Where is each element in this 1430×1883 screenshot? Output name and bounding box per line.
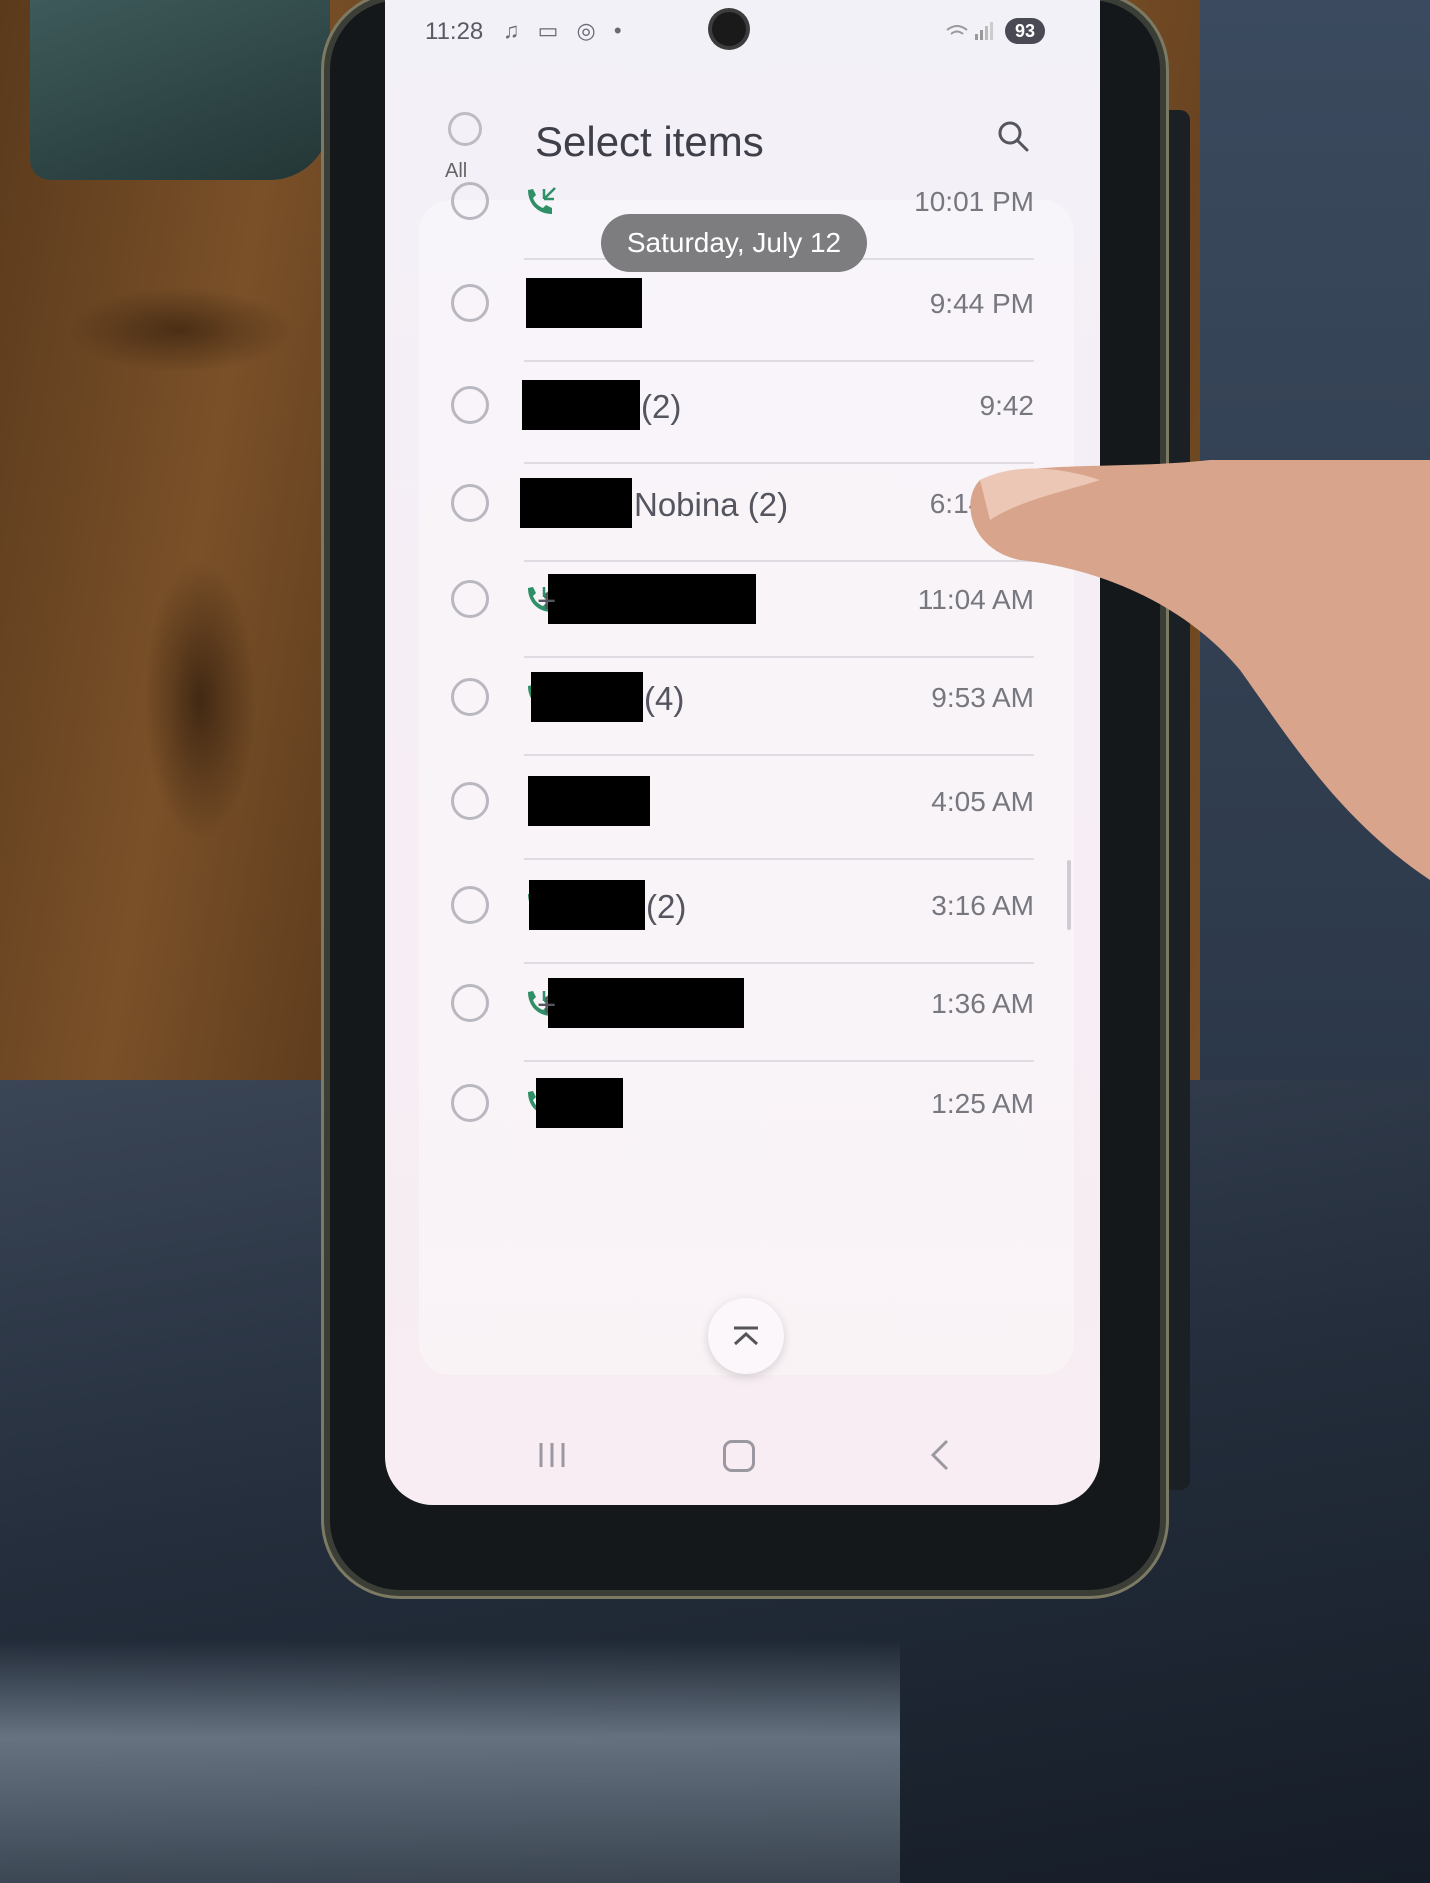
contact-name-suffix: + xyxy=(537,582,557,619)
call-time: 10:01 PM xyxy=(914,186,1034,217)
redacted-contact-name xyxy=(548,574,756,624)
row-checkbox[interactable] xyxy=(451,886,489,924)
row-checkbox[interactable] xyxy=(451,284,489,322)
row-checkbox[interactable] xyxy=(451,580,489,618)
home-icon[interactable] xyxy=(723,1440,755,1472)
call-time: 9:42 xyxy=(979,390,1035,421)
call-time: 1:36 AM xyxy=(931,988,1034,1019)
redacted-contact-name xyxy=(536,1078,623,1128)
status-time: 11:28 xyxy=(425,18,484,45)
row-checkbox[interactable] xyxy=(451,984,489,1022)
row-checkbox[interactable] xyxy=(451,484,489,522)
recents-icon[interactable] xyxy=(535,1440,569,1470)
back-icon[interactable] xyxy=(925,1435,955,1475)
contact-name-suffix: + xyxy=(537,986,557,1023)
row-checkbox[interactable] xyxy=(451,678,489,716)
row-checkbox[interactable] xyxy=(451,782,489,820)
redacted-contact-name xyxy=(528,776,650,826)
light-reflection xyxy=(0,1640,900,1883)
call-time: 3:16 AM xyxy=(931,890,1034,921)
scroll-to-top-button[interactable] xyxy=(708,1298,784,1374)
background-object xyxy=(30,0,330,180)
redacted-contact-name xyxy=(531,672,643,722)
redacted-contact-name xyxy=(548,978,744,1028)
redacted-contact-name xyxy=(526,278,642,328)
call-time: 1:25 AM xyxy=(931,1088,1034,1119)
contact-name-suffix: (2) xyxy=(641,388,682,425)
contact-name-suffix: (4) xyxy=(644,680,685,717)
scrollbar[interactable] xyxy=(1067,860,1071,930)
redacted-contact-name xyxy=(529,880,645,930)
call-time: 6:14 PM xyxy=(929,488,1034,519)
row-checkbox[interactable] xyxy=(451,182,489,220)
call-time: 4:05 AM xyxy=(931,786,1034,817)
call-log-row[interactable]: 4:05 AM xyxy=(419,742,1074,860)
signal-icon xyxy=(945,20,995,47)
background-cloth xyxy=(1200,0,1430,1150)
row-checkbox[interactable] xyxy=(451,1084,489,1122)
scroll-to-top-icon xyxy=(733,1326,759,1346)
redacted-contact-name xyxy=(520,478,632,528)
contact-name-suffix: Nobina (2) xyxy=(634,486,789,523)
select-all-checkbox[interactable] xyxy=(448,112,482,146)
notification-icons: ♫ ▭ ◎ • xyxy=(503,18,628,43)
call-time: 11:04 AM xyxy=(917,584,1034,615)
battery-badge: 93 xyxy=(1005,18,1045,44)
date-header-pill: Saturday, July 12 xyxy=(601,214,867,272)
redacted-contact-name xyxy=(522,380,640,430)
front-camera xyxy=(712,12,746,46)
call-time: 9:53 AM xyxy=(931,682,1034,713)
row-checkbox[interactable] xyxy=(451,386,489,424)
incoming-call-icon xyxy=(524,184,558,218)
contact-name-suffix: (2) xyxy=(646,888,687,925)
call-time: 9:44 PM xyxy=(929,288,1034,319)
call-log-row[interactable]: (4) 9:53 AM xyxy=(419,638,1074,756)
phone-screen: 11:28 ♫ ▭ ◎ • 93 All Select items 10:01 … xyxy=(385,0,1100,1505)
call-log-row[interactable]: 1:25 AM xyxy=(419,1044,1074,1162)
